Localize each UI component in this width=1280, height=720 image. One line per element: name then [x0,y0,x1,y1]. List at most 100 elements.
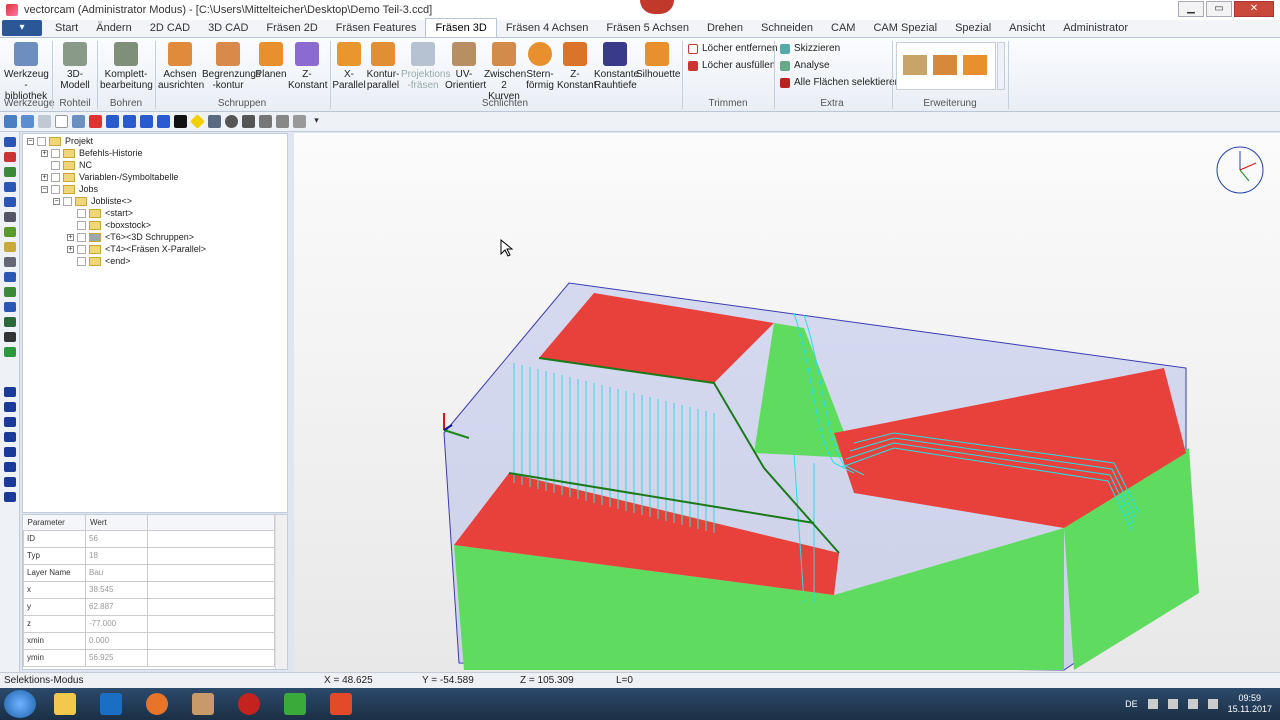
table-row[interactable]: xmin 0.000 [23,631,275,650]
clock[interactable]: 09:59 15.11.2017 [1228,693,1272,715]
maximize-button[interactable]: ▭ [1206,1,1232,17]
arrow-up-icon[interactable] [1147,699,1158,709]
tab-spezial[interactable]: Spezial [946,19,1000,37]
3d-viewport[interactable] [294,133,1280,672]
tree-checkbox[interactable] [77,256,86,266]
tree-node-nc[interactable]: NC [51,160,92,170]
param-value[interactable]: -77.000 [85,614,148,633]
collapse-icon[interactable]: − [41,185,48,193]
stop-icon[interactable] [4,402,16,412]
export-icon[interactable] [4,287,16,297]
param-value[interactable]: 56 [85,529,148,548]
move-down-icon[interactable] [4,197,16,207]
pause-icon[interactable] [4,417,16,427]
run-icon[interactable] [4,347,16,357]
tree-checkbox[interactable] [77,220,86,230]
taskbar-firefox[interactable] [137,690,177,718]
tree-checkbox[interactable] [77,232,86,242]
z-konstant-roughing-button[interactable]: Z- Konstant [288,42,327,91]
view-icon[interactable] [293,115,306,128]
tree-checkbox[interactable] [37,136,46,146]
customize-chevron-icon[interactable]: ▾ [310,115,323,128]
sort-icon[interactable] [4,257,16,267]
gallery-scroll[interactable] [997,42,1005,90]
expand-icon[interactable]: + [41,149,48,157]
tab-3d-cad[interactable]: 3D CAD [199,19,257,37]
list-icon[interactable] [4,152,16,162]
tree-node-variablen[interactable]: + Variablen-/Symboltabelle [41,172,178,182]
delete-icon[interactable] [89,115,102,128]
tab-2d-cad[interactable]: 2D CAD [141,19,199,37]
tab-aendern[interactable]: Ändern [87,19,140,37]
edit-icon[interactable] [4,212,16,222]
tree-checkbox[interactable] [77,208,86,218]
flag-icon[interactable] [1167,699,1178,709]
begrenzungskontur-button[interactable]: Begrenzungs -kontur [202,42,261,91]
taskbar-app[interactable] [183,690,223,718]
undo-icon[interactable] [21,115,34,128]
tree-node-jobliste[interactable]: − Jobliste<> [53,196,132,206]
calc-icon[interactable] [4,317,16,327]
gallery-item-icon[interactable] [903,55,927,75]
move-up-icon[interactable] [4,182,16,192]
tree-checkbox[interactable] [63,196,72,206]
tree-icon[interactable] [4,167,16,177]
machine-icon[interactable] [4,492,16,502]
tree-node-t6[interactable]: + <T6><3D Schruppen> [67,232,194,242]
close-button[interactable]: ✕ [1234,1,1274,17]
table-row[interactable]: x 38.545 [23,580,275,599]
tree-checkbox[interactable] [51,172,60,182]
table-row[interactable]: Typ 18 [23,546,275,565]
zwischen-2-kurven-button[interactable]: Zwischen 2 Kurven [484,42,526,102]
tree-node-boxstock[interactable]: <boxstock> [77,220,151,230]
tab-fraesen-5-achsen[interactable]: Fräsen 5 Achsen [597,19,698,37]
play-icon[interactable] [4,387,16,397]
toolpath-icon[interactable] [208,115,221,128]
new-icon[interactable] [55,115,68,128]
settings-icon[interactable] [276,115,289,128]
tab-fraesen-2d[interactable]: Fräsen 2D [257,19,326,37]
tool-icon[interactable] [259,115,272,128]
taskbar-camtasia-red[interactable] [321,690,361,718]
alle-flaechen-button[interactable]: Alle Flächen selektieren [780,77,900,88]
extension-gallery[interactable] [896,42,996,90]
tab-ansicht[interactable]: Ansicht [1000,19,1054,37]
language-indicator[interactable]: DE [1125,699,1138,709]
part-render[interactable] [294,133,1280,672]
network-icon[interactable] [1187,699,1198,709]
redo-icon[interactable] [38,115,51,128]
job-icon[interactable] [4,137,16,147]
taskbar-camtasia-green[interactable] [275,690,315,718]
silhouette-button[interactable]: Silhouette [636,42,680,80]
tree-checkbox[interactable] [77,244,86,254]
uv-orientiert-button[interactable]: UV- Orientiert [445,42,486,91]
komplettbearbeitung-button[interactable]: Komplett- bearbeitung [100,42,153,91]
z-konstant-finishing-button[interactable]: Z- Konstant [557,42,596,91]
achsen-ausrichten-button[interactable]: Achsen ausrichten [158,42,204,91]
expand-icon[interactable]: + [41,173,48,181]
tree-checkbox[interactable] [51,184,60,194]
merge-icon[interactable] [4,227,16,237]
werkzeug-bibliothek-button[interactable]: Werkzeug -bibliothek [4,42,49,102]
gallery-item-icon[interactable] [933,55,957,75]
skizzieren-button[interactable]: Skizzieren [780,43,840,54]
table-row[interactable]: Layer Name Bau [23,563,275,582]
tree-node-befehls-historie[interactable]: + Befehls-Historie [41,148,143,158]
param-value[interactable]: 56.925 [85,648,148,667]
fast-forward-icon[interactable] [123,115,136,128]
tab-start[interactable]: Start [46,19,87,37]
param-icon[interactable] [4,302,16,312]
param-value[interactable]: 38.545 [85,580,148,599]
tab-fraesen-features[interactable]: Fräsen Features [327,19,426,37]
tree-node-projekt[interactable]: − Projekt [27,136,93,146]
tree-node-start[interactable]: <start> [77,208,133,218]
collapse-icon[interactable]: − [53,197,60,205]
start-button[interactable] [4,690,36,718]
loecher-entfernen-button[interactable]: Löcher entfernen [688,43,778,54]
taskbar-explorer[interactable] [45,690,85,718]
volume-icon[interactable] [1207,699,1218,709]
planen-button[interactable]: Planen [255,42,287,80]
param-value[interactable]: 18 [85,546,148,565]
step-icon[interactable] [140,115,153,128]
kontur-parallel-button[interactable]: Kontur- parallel [365,42,401,91]
